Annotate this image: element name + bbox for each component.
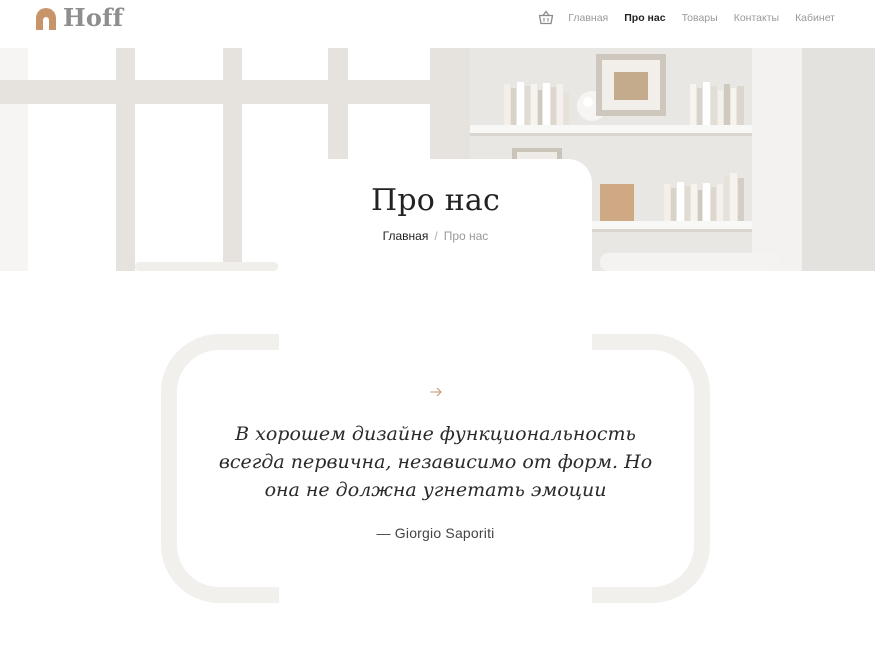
basket-icon[interactable] — [538, 10, 554, 26]
main-nav: Главная Про нас Товары Контакты Кабинет — [538, 10, 835, 26]
nav-link-cabinet[interactable]: Кабинет — [795, 12, 835, 24]
quote-block: В хорошем дизайне функциональность всегд… — [161, 334, 710, 603]
arrow-right-icon — [161, 384, 710, 400]
breadcrumb-home-link[interactable]: Главная — [383, 229, 429, 243]
hero-title-card: Про нас Главная / Про нас — [279, 159, 592, 271]
nav-link-contacts[interactable]: Контакты — [734, 12, 779, 24]
page-title: Про нас — [370, 183, 501, 218]
hero-banner: Про нас Главная / Про нас — [0, 48, 875, 271]
quote-author: — Giorgio Saporiti — [376, 525, 495, 541]
site-header: Hoff Главная Про нас Товары Контакты Каб… — [0, 0, 875, 48]
logo[interactable]: Hoff — [36, 3, 123, 32]
breadcrumb-current: Про нас — [443, 229, 489, 243]
arch-icon — [36, 7, 56, 30]
quote-text: В хорошем дизайне функциональность всегд… — [218, 423, 653, 501]
logo-text: Hoff — [63, 3, 124, 32]
nav-link-home[interactable]: Главная — [568, 12, 608, 24]
breadcrumb: Главная / Про нас — [279, 229, 592, 243]
nav-link-products[interactable]: Товары — [682, 12, 718, 24]
breadcrumb-separator: / — [434, 229, 438, 243]
nav-link-about[interactable]: Про нас — [624, 12, 665, 24]
